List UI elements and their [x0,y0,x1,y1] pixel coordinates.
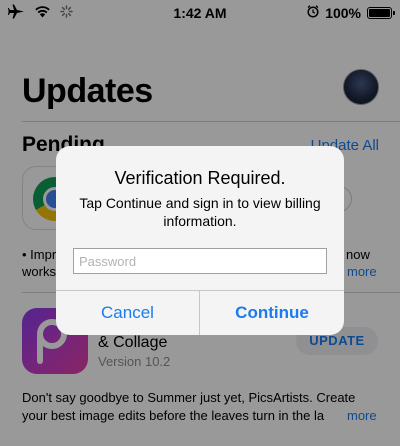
continue-button[interactable]: Continue [200,291,344,335]
cancel-button[interactable]: Cancel [56,291,199,335]
password-field[interactable] [73,248,327,274]
alert-message: Tap Continue and sign in to view billing… [79,195,321,229]
verification-alert: Verification Required. Tap Continue and … [56,146,344,335]
alert-title: Verification Required. [114,168,286,188]
